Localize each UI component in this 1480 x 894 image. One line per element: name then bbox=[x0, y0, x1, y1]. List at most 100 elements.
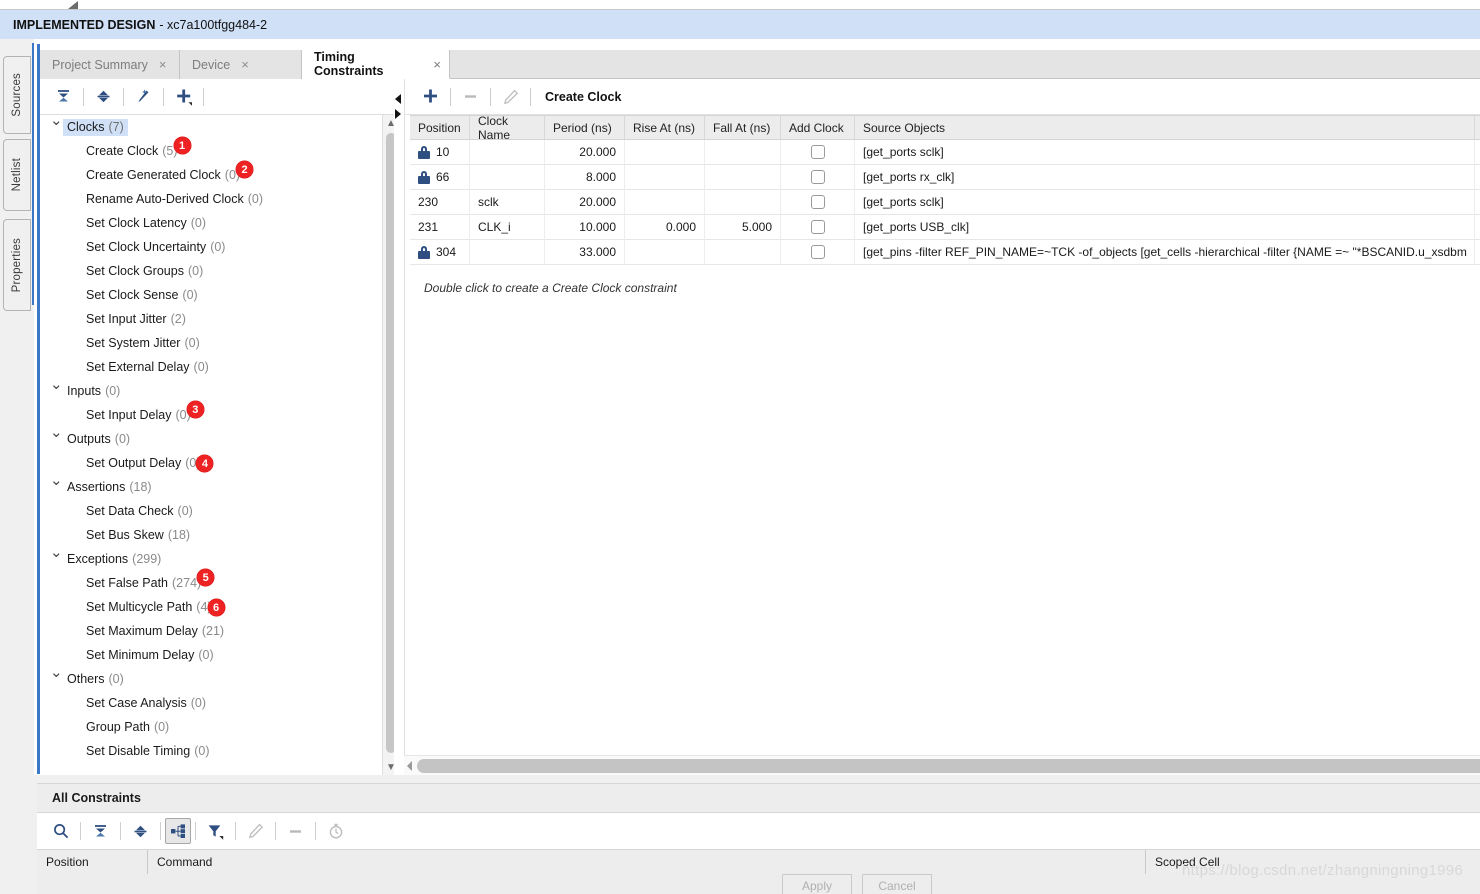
cell-clock-name bbox=[470, 164, 545, 190]
tree-item-set-clock-latency[interactable]: Set Clock Latency (0) bbox=[40, 211, 382, 235]
add-clock-checkbox[interactable] bbox=[810, 220, 825, 234]
column-header-rise-at-ns-[interactable]: Rise At (ns) bbox=[625, 115, 705, 140]
tree-item-set-input-delay[interactable]: Set Input Delay (0) 3 bbox=[40, 401, 382, 427]
table-row[interactable]: 66 8.000 [get_ports rx_clk] bbox=[410, 164, 1480, 190]
chevron-down-icon[interactable]: ⌄ bbox=[50, 375, 63, 393]
tree-item-rename-auto-derived-clock[interactable]: Rename Auto-Derived Clock (0) bbox=[40, 187, 382, 211]
tree-item-text: Group Path bbox=[86, 720, 150, 734]
tree-item-set-system-jitter[interactable]: Set System Jitter (0) bbox=[40, 331, 382, 355]
expand-all-icon[interactable] bbox=[125, 816, 156, 846]
tree-item-create-clock[interactable]: Create Clock (5) 1 bbox=[40, 137, 382, 163]
tree-item-label: Set Bus Skew (18) bbox=[86, 528, 190, 542]
tree-item-outputs[interactable]: ⌄ Outputs (0) bbox=[40, 424, 382, 451]
tree-item-clocks[interactable]: ⌄ Clocks (7) bbox=[40, 115, 382, 139]
chevron-down-icon[interactable]: ⌄ bbox=[50, 423, 63, 441]
column-header-add-clock[interactable]: Add Clock bbox=[781, 115, 855, 140]
chevron-down-icon[interactable]: ⌄ bbox=[50, 471, 63, 489]
divider bbox=[163, 87, 164, 106]
vertical-tab-properties[interactable]: Properties bbox=[3, 219, 31, 311]
column-header-source-objects[interactable]: Source Objects bbox=[855, 115, 1475, 140]
cell-rise-at bbox=[625, 139, 705, 165]
collapse-right-icon[interactable] bbox=[395, 109, 401, 119]
tree-item-set-clock-groups[interactable]: Set Clock Groups (0) bbox=[40, 259, 382, 283]
chevron-down-icon[interactable]: ⌄ bbox=[50, 543, 63, 561]
tree-item-set-maximum-delay[interactable]: Set Maximum Delay (21) bbox=[40, 619, 382, 643]
close-icon[interactable]: × bbox=[159, 58, 167, 71]
tree-item-set-case-analysis[interactable]: Set Case Analysis (0) bbox=[40, 691, 382, 715]
column-header-scoped-cell[interactable]: Scoped Cell bbox=[1145, 850, 1345, 874]
tree-item-count: (18) bbox=[129, 480, 152, 494]
panel-splitter[interactable] bbox=[394, 79, 404, 775]
collapse-all-icon[interactable] bbox=[85, 816, 116, 846]
apply-button[interactable]: Apply bbox=[782, 874, 852, 894]
column-header-clock-name[interactable]: Clock Name bbox=[470, 114, 545, 142]
tab-device[interactable]: Device × bbox=[180, 50, 302, 79]
tree-item-label: Set Multicycle Path (4) bbox=[86, 600, 212, 614]
cancel-button[interactable]: Cancel bbox=[862, 874, 932, 894]
scrollbar-thumb[interactable] bbox=[417, 759, 1480, 773]
collapse-all-icon[interactable] bbox=[48, 82, 79, 112]
filter-icon[interactable] bbox=[200, 816, 231, 846]
tree-item-set-data-check[interactable]: Set Data Check (0) bbox=[40, 499, 382, 523]
table-horizontal-scrollbar[interactable] bbox=[404, 755, 1480, 775]
add-clock-checkbox[interactable] bbox=[810, 245, 825, 259]
search-icon[interactable] bbox=[45, 816, 76, 846]
tree-item-set-external-delay[interactable]: Set External Delay (0) bbox=[40, 355, 382, 379]
vertical-tab-strip: Sources Netlist Properties bbox=[0, 39, 34, 894]
tree-item-set-false-path[interactable]: Set False Path (274) 5 bbox=[40, 569, 382, 595]
tree-item-assertions[interactable]: ⌄ Assertions (18) bbox=[40, 472, 382, 499]
tab-timing-constraints[interactable]: Timing Constraints × bbox=[302, 50, 450, 79]
close-icon[interactable]: × bbox=[241, 58, 249, 71]
add-clock-checkbox[interactable] bbox=[810, 170, 825, 184]
tree-item-set-input-jitter[interactable]: Set Input Jitter (2) bbox=[40, 307, 382, 331]
scroll-left-icon[interactable] bbox=[407, 761, 412, 771]
column-header-position[interactable]: Position bbox=[37, 850, 147, 874]
vertical-tab-netlist[interactable]: Netlist bbox=[3, 139, 31, 211]
column-header-fall-at-ns-[interactable]: Fall At (ns) bbox=[705, 115, 781, 140]
magic-wand-icon[interactable] bbox=[128, 82, 159, 112]
tree-item-inputs[interactable]: ⌄ Inputs (0) bbox=[40, 376, 382, 403]
table-row[interactable]: 230 sclk 20.000 [get_ports sclk] bbox=[410, 189, 1480, 215]
tree-item-set-multicycle-path[interactable]: Set Multicycle Path (4) 6 bbox=[40, 595, 382, 619]
chevron-down-icon[interactable]: ⌄ bbox=[50, 115, 63, 129]
hierarchy-icon[interactable] bbox=[165, 818, 191, 844]
add-clock-checkbox[interactable] bbox=[810, 145, 825, 159]
table-row[interactable]: 231 CLK_i 10.000 0.000 5.000 [get_ports USB_c… bbox=[410, 214, 1480, 240]
tree-item-set-clock-sense[interactable]: Set Clock Sense (0) bbox=[40, 283, 382, 307]
tree-item-others[interactable]: ⌄ Others (0) bbox=[40, 664, 382, 691]
vertical-tab-sources[interactable]: Sources bbox=[3, 56, 31, 134]
cell-position: 304 bbox=[410, 239, 470, 265]
tree-item-set-output-delay[interactable]: Set Output Delay (0) 4 bbox=[40, 451, 382, 475]
create-clock-title: Create Clock bbox=[545, 89, 622, 104]
tree-item-count: (0) bbox=[114, 432, 131, 446]
cell-fall-at: 5.000 bbox=[705, 214, 781, 240]
tab-project-summary[interactable]: Project Summary × bbox=[40, 50, 180, 79]
cell-source-objects: [get_ports USB_clk] bbox=[855, 214, 1475, 240]
column-header-command[interactable]: Command bbox=[147, 850, 1147, 874]
collapse-left-icon[interactable] bbox=[395, 94, 401, 104]
tab-device-label: Device bbox=[192, 57, 231, 72]
tree-item-set-minimum-delay[interactable]: Set Minimum Delay (0) bbox=[40, 643, 382, 667]
tree-item-create-generated-clock[interactable]: Create Generated Clock (0) 2 bbox=[40, 161, 382, 187]
tree-item-exceptions[interactable]: ⌄ Exceptions (299) bbox=[40, 544, 382, 571]
column-header-position[interactable]: Position bbox=[410, 115, 470, 140]
tree-item-text: Rename Auto-Derived Clock bbox=[86, 192, 244, 206]
tree-item-group-path[interactable]: Group Path (0) bbox=[40, 715, 382, 739]
tree-item-label: Rename Auto-Derived Clock (0) bbox=[86, 192, 263, 206]
chevron-down-icon[interactable]: ⌄ bbox=[50, 663, 63, 681]
cell-period: 8.000 bbox=[545, 164, 625, 190]
expand-collapse-icon[interactable] bbox=[88, 82, 119, 112]
tree-item-set-disable-timing[interactable]: Set Disable Timing (0) bbox=[40, 739, 382, 763]
add-clock-checkbox[interactable] bbox=[810, 195, 825, 209]
add-constraint-icon[interactable] bbox=[168, 82, 199, 112]
tree-item-set-bus-skew[interactable]: Set Bus Skew (18) bbox=[40, 523, 382, 547]
column-header-period-ns-[interactable]: Period (ns) bbox=[545, 115, 625, 140]
bottom-left-gutter bbox=[0, 783, 37, 894]
tree-item-text: Set Clock Uncertainty bbox=[86, 240, 207, 254]
table-row[interactable]: 10 20.000 [get_ports sclk] bbox=[410, 139, 1480, 165]
add-icon[interactable] bbox=[415, 82, 446, 112]
tree-item-text: Clocks bbox=[67, 119, 105, 134]
tree-item-set-clock-uncertainty[interactable]: Set Clock Uncertainty (0) bbox=[40, 235, 382, 259]
close-icon[interactable]: × bbox=[433, 58, 441, 71]
table-row[interactable]: 304 33.000 [get_pins -filter REF_PIN_NAME=… bbox=[410, 239, 1480, 265]
